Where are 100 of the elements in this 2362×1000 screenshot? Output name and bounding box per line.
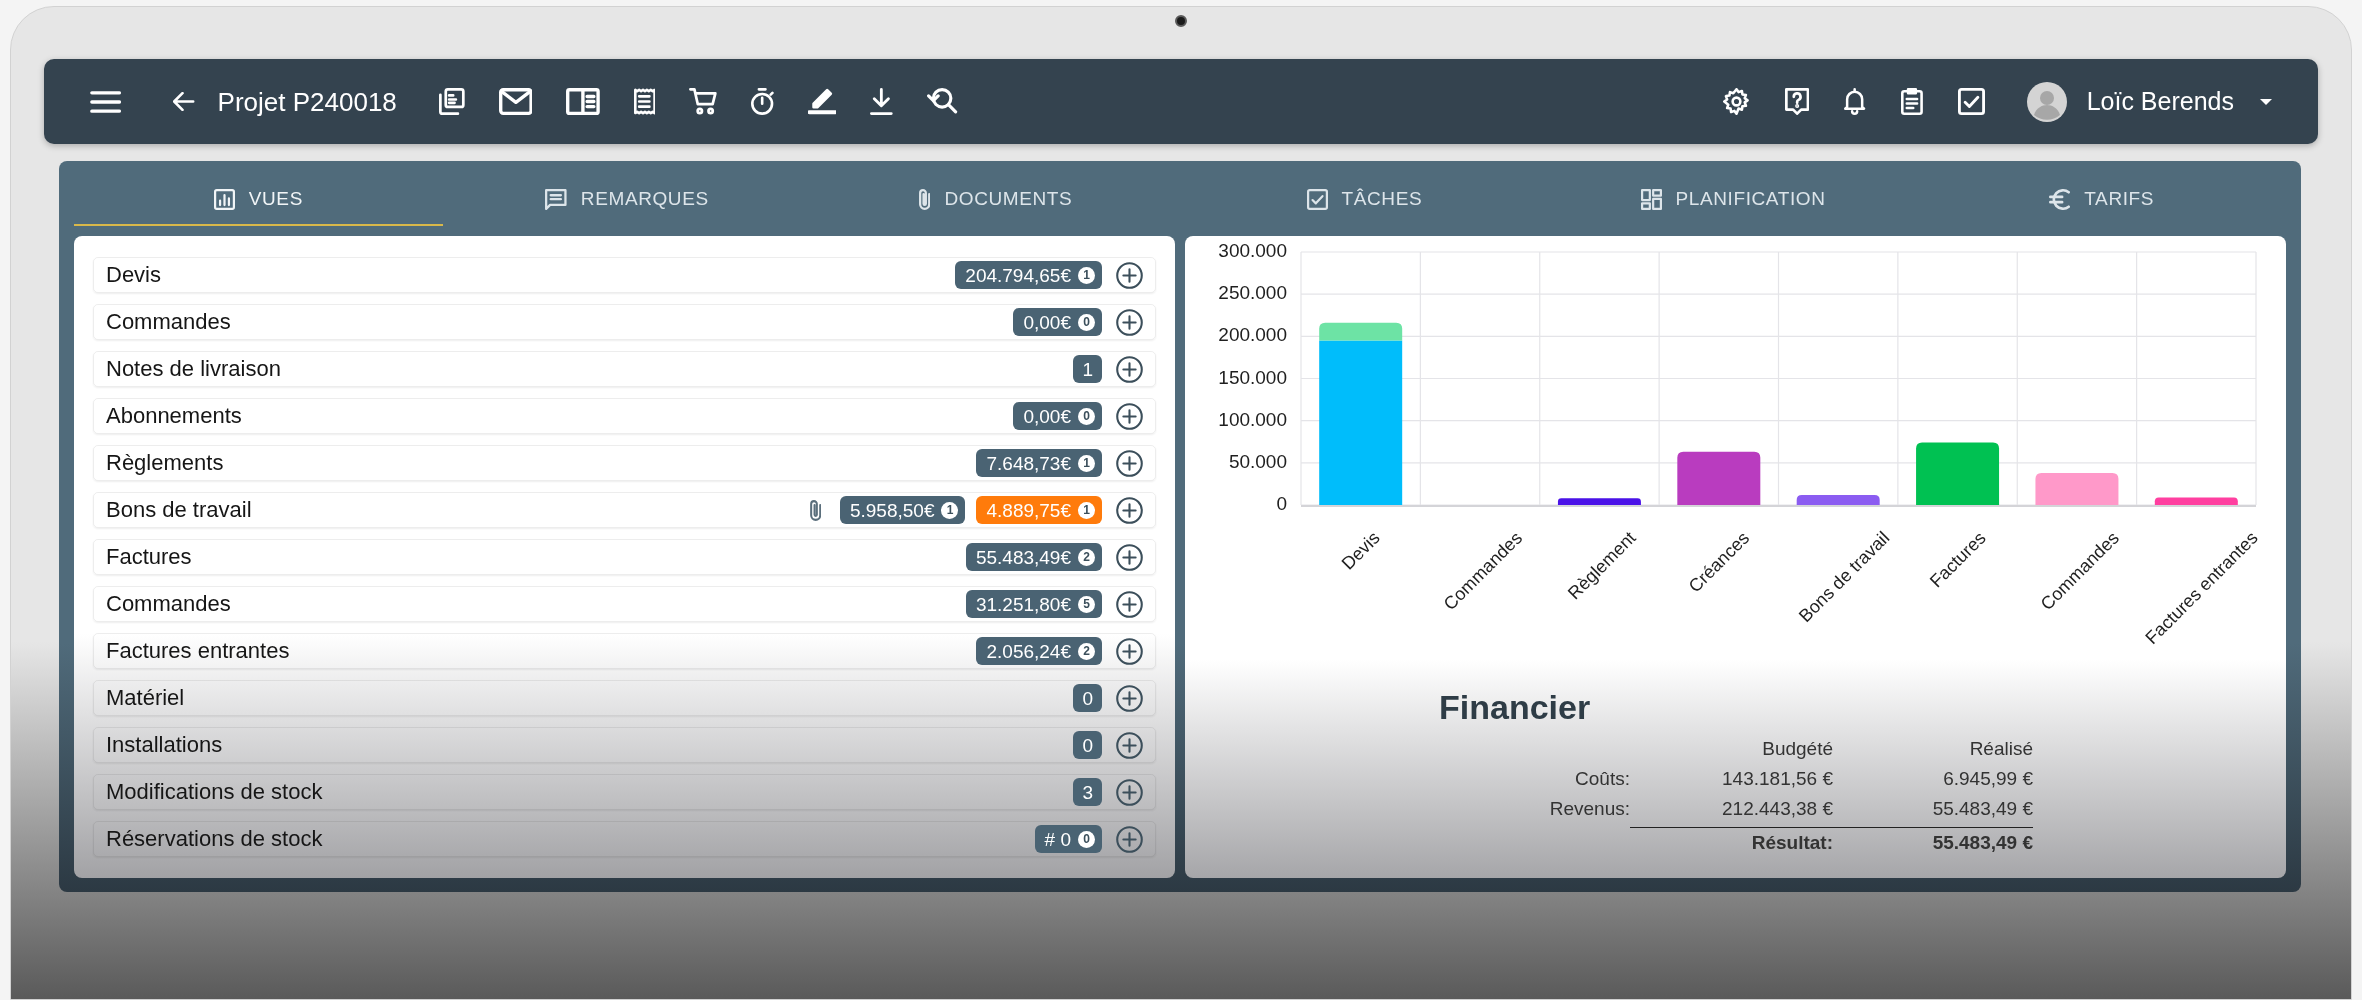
document-row[interactable]: Matériel 0	[93, 680, 1156, 716]
document-row[interactable]: Devis 204.794,65€ 1	[93, 257, 1156, 293]
amount-text: 55.483,49€	[975, 547, 1071, 567]
clipboard-icon[interactable]	[1900, 88, 1923, 115]
count-bubble: 0	[1078, 407, 1095, 425]
amount-text: # 0	[1044, 829, 1071, 849]
count-bubble: 2	[1078, 548, 1095, 566]
download-icon[interactable]	[870, 88, 894, 115]
total-label: Résultat:	[1750, 830, 1833, 855]
amount-text: 0,00€	[1023, 406, 1071, 426]
comment-icon	[545, 189, 567, 210]
plus-circle-icon[interactable]	[1116, 496, 1143, 524]
cart-icon[interactable]	[688, 88, 718, 115]
settings-icon[interactable]	[1723, 88, 1751, 115]
plus-circle-icon[interactable]	[1116, 825, 1143, 853]
amount-text: 2.056,24€	[986, 641, 1071, 661]
paperclip-icon	[919, 189, 931, 210]
row-label: Réservations de stock	[106, 828, 323, 850]
plus-circle-icon[interactable]	[1116, 308, 1143, 336]
receipt-icon[interactable]	[634, 88, 655, 115]
plus-circle-icon[interactable]	[1116, 731, 1143, 759]
table-cell-text: 143.181,56 €	[1721, 766, 1833, 791]
tab[interactable]: DOCUMENTS	[811, 175, 1180, 226]
document-stack-icon[interactable]	[438, 88, 465, 115]
table-cell-text: 6.945,99 €	[1942, 766, 2033, 791]
document-row[interactable]: Bons de travail 5.958,50€ 1 4.889,75€ 1	[93, 492, 1156, 528]
count-bubble: 5	[1078, 595, 1095, 613]
document-row[interactable]: Notes de livraison 1	[93, 351, 1156, 387]
tab[interactable]: VUES	[74, 175, 443, 226]
tab[interactable]: PLANIFICATION	[1548, 175, 1918, 226]
caret-icon[interactable]	[2260, 98, 2272, 105]
plus-circle-icon[interactable]	[1116, 684, 1143, 712]
row-label: Factures	[106, 546, 192, 568]
split-panel-icon[interactable]	[566, 88, 601, 115]
tab[interactable]: REMARQUES	[442, 175, 812, 226]
count-badge: 1	[1073, 355, 1102, 383]
row-label: Revenus:	[1548, 796, 1630, 821]
y-tick-label: 150.000	[1218, 366, 1287, 388]
y-tick-label: 50.000	[1228, 450, 1287, 472]
user-name[interactable]: Loïc Berends	[2086, 89, 2234, 114]
search-icon[interactable]	[927, 88, 959, 115]
plus-circle-icon[interactable]	[1116, 543, 1143, 571]
row-label: Règlements	[106, 452, 224, 474]
plus-circle-icon[interactable]	[1116, 590, 1143, 618]
paperclip-icon[interactable]	[809, 499, 821, 521]
pencil-icon[interactable]	[808, 88, 837, 115]
y-tick-label: 300.000	[1218, 240, 1287, 261]
table-cell-text: 55.483,49 €	[1931, 796, 2033, 821]
document-row[interactable]: Abonnements 0,00€ 0	[93, 398, 1156, 434]
row-label: Matériel	[106, 687, 185, 709]
help-icon[interactable]	[1785, 88, 1810, 115]
row-label: Installations	[106, 734, 223, 756]
tab[interactable]: TARIFS	[1917, 175, 2287, 226]
euro-icon	[2049, 189, 2071, 210]
row-label: Commandes	[106, 593, 231, 615]
document-row[interactable]: Commandes 31.251,80€ 5	[93, 586, 1156, 622]
row-label: Coûts:	[1574, 766, 1630, 791]
mail-icon[interactable]	[498, 88, 533, 115]
checkbox-icon[interactable]	[1957, 88, 1985, 115]
stopwatch-icon[interactable]	[751, 88, 775, 115]
plus-circle-icon[interactable]	[1116, 355, 1143, 383]
page-title: Projet P240018	[217, 88, 397, 115]
row-label: Modifications de stock	[106, 781, 323, 803]
document-row[interactable]: Réservations de stock # 0 0	[93, 821, 1156, 857]
plus-circle-icon[interactable]	[1116, 261, 1143, 289]
amount-text: 4.889,75€	[986, 500, 1071, 520]
count-bubble: 1	[1078, 501, 1095, 519]
y-tick-label: 100.000	[1218, 408, 1287, 430]
checkbox-icon	[1306, 189, 1328, 210]
tab[interactable]: TÂCHES	[1180, 175, 1549, 226]
avatar-icon[interactable]	[2026, 81, 2067, 122]
plus-circle-icon[interactable]	[1116, 449, 1143, 477]
document-row[interactable]: Modifications de stock 3	[93, 774, 1156, 810]
document-row[interactable]: Règlements 7.648,73€ 1	[93, 445, 1156, 481]
plus-circle-icon[interactable]	[1116, 402, 1143, 430]
column-header: Réalisé	[1968, 736, 2033, 761]
menu-icon[interactable]	[90, 90, 122, 113]
camera-lens-icon	[1175, 15, 1187, 27]
grid-icon	[1640, 189, 1662, 210]
amount-text: 7.648,73€	[986, 453, 1071, 473]
count-bubble: 2	[1078, 642, 1095, 660]
document-row[interactable]: Installations 0	[93, 727, 1156, 763]
row-label: Commandes	[106, 311, 231, 333]
count-bubble: 1	[1078, 266, 1095, 284]
plus-circle-icon[interactable]	[1116, 637, 1143, 665]
plus-circle-icon[interactable]	[1116, 778, 1143, 806]
row-label: Factures entrantes	[106, 640, 290, 662]
document-row[interactable]: Factures 55.483,49€ 2	[93, 539, 1156, 575]
row-label: Bons de travail	[106, 499, 252, 521]
y-tick-label: 200.000	[1218, 324, 1287, 346]
y-tick-label: 0	[1276, 493, 1287, 514]
count-bubble: 1	[941, 501, 959, 519]
bell-icon[interactable]	[1844, 88, 1866, 115]
count-badge: 3	[1073, 778, 1102, 806]
document-row[interactable]: Factures entrantes 2.056,24€ 2	[93, 633, 1156, 669]
document-row[interactable]: Commandes 0,00€ 0	[93, 304, 1156, 340]
column-header: Budgété	[1761, 736, 1833, 761]
count-badge: 0	[1073, 684, 1102, 712]
back-arrow-icon[interactable]	[173, 92, 195, 111]
section-title: Financier	[1439, 687, 1592, 727]
